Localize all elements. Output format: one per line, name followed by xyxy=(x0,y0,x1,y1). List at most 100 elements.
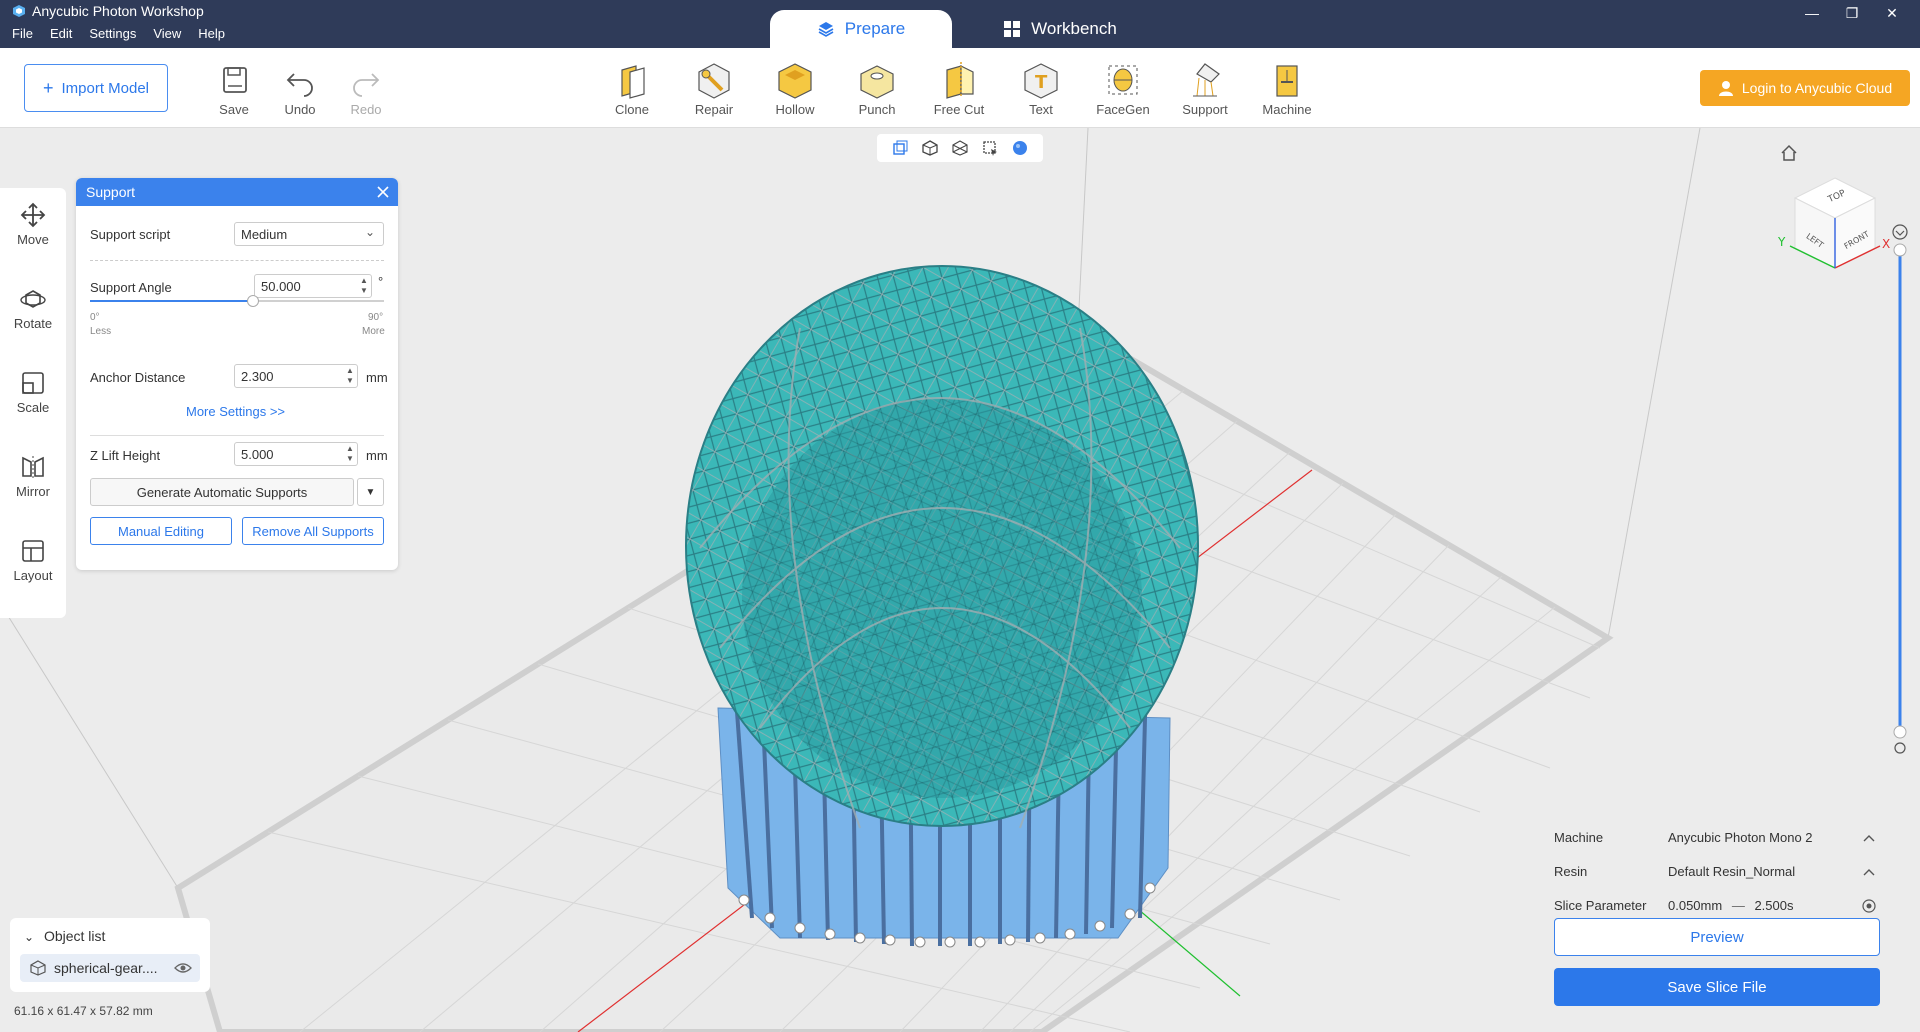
perspective-view-icon[interactable] xyxy=(891,139,909,157)
clone-label: Clone xyxy=(615,102,649,117)
preview-button[interactable]: Preview xyxy=(1554,918,1880,956)
select-box-icon[interactable] xyxy=(981,139,999,157)
z-lift-height-value: 5.000 xyxy=(241,446,274,462)
import-model-button[interactable]: + Import Model xyxy=(24,64,168,112)
eye-icon[interactable] xyxy=(174,961,192,975)
remove-all-supports-label: Remove All Supports xyxy=(252,523,374,539)
text-tool[interactable]: T Text xyxy=(1006,60,1076,117)
object-list-header[interactable]: ⌄ Object list xyxy=(24,928,105,944)
hollow-icon xyxy=(778,63,812,99)
machine-tool[interactable]: Machine xyxy=(1252,60,1322,117)
clone-tool[interactable]: Clone xyxy=(597,60,667,117)
slider-thumb[interactable] xyxy=(247,295,259,307)
support-angle-unit: ° xyxy=(378,274,384,289)
layout-tool[interactable]: Layout xyxy=(0,538,66,583)
slice-parameter-label: Slice Parameter xyxy=(1554,898,1647,913)
menu-edit[interactable]: Edit xyxy=(50,26,72,41)
menu-view[interactable]: View xyxy=(153,26,181,41)
layer-top-handle[interactable] xyxy=(1893,243,1907,257)
resin-row-label: Resin xyxy=(1554,864,1588,879)
object-list-item[interactable]: spherical-gear.... xyxy=(20,954,200,982)
repair-icon xyxy=(698,63,730,99)
support-angle-slider[interactable] xyxy=(90,294,384,308)
slice-parameter-value[interactable]: 0.050mm — 2.500s xyxy=(1668,898,1794,913)
model-dimensions: 61.16 x 61.47 x 57.82 mm xyxy=(14,1004,153,1018)
support-panel: Support Support script Medium ⌄ Support … xyxy=(76,178,398,570)
slider-fill xyxy=(90,300,253,302)
rotate-tool[interactable]: Rotate xyxy=(0,286,66,331)
support-tool[interactable]: Support xyxy=(1170,60,1240,117)
support-script-select[interactable]: Medium ⌄ xyxy=(234,222,384,246)
support-script-label: Support script xyxy=(90,227,171,242)
chevron-up-icon[interactable] xyxy=(1862,865,1876,879)
settings-target-icon[interactable] xyxy=(1862,899,1876,913)
facegen-icon xyxy=(1108,65,1138,95)
save-button[interactable]: Save xyxy=(199,60,269,117)
anchor-distance-label: Anchor Distance xyxy=(90,370,186,385)
resin-value[interactable]: Default Resin_Normal xyxy=(1668,864,1795,879)
menu-settings[interactable]: Settings xyxy=(89,26,136,41)
free-cut-label: Free Cut xyxy=(933,102,985,117)
remove-all-supports-button[interactable]: Remove All Supports xyxy=(242,517,384,545)
close-icon[interactable] xyxy=(374,183,392,201)
object-list-title: Object list xyxy=(43,928,106,944)
more-settings-link[interactable]: More Settings >> xyxy=(186,404,285,419)
punch-tool[interactable]: Punch xyxy=(842,60,912,117)
close-window-icon[interactable]: ✕ xyxy=(1872,2,1912,24)
free-cut-tool[interactable]: Free Cut xyxy=(924,60,994,117)
menu-help[interactable]: Help xyxy=(198,26,225,41)
facegen-label: FaceGen xyxy=(1096,102,1150,117)
restore-icon[interactable]: ❐ xyxy=(1832,2,1872,24)
layer-height-value: 0.050mm xyxy=(1668,898,1723,913)
z-lift-height-input[interactable]: 5.000 ▲ ▼ xyxy=(234,442,358,466)
exposure-value: 2.500s xyxy=(1754,898,1794,913)
machine-value[interactable]: Anycubic Photon Mono 2 xyxy=(1668,830,1813,845)
login-cloud-button[interactable]: Login to Anycubic Cloud xyxy=(1700,70,1910,106)
undo-button[interactable]: Undo xyxy=(265,60,335,117)
menu-file[interactable]: File xyxy=(12,26,33,41)
color-sphere-icon[interactable] xyxy=(1011,139,1029,157)
manual-editing-button[interactable]: Manual Editing xyxy=(90,517,232,545)
hollow-tool[interactable]: Hollow xyxy=(760,60,830,117)
generate-supports-button[interactable]: Generate Automatic Supports xyxy=(90,478,354,506)
anchor-distance-input[interactable]: 2.300 ▲ ▼ xyxy=(234,364,358,388)
tab-workbench[interactable]: Workbench xyxy=(980,10,1140,48)
repair-tool[interactable]: Repair xyxy=(679,60,749,117)
save-slice-file-button[interactable]: Save Slice File xyxy=(1554,968,1880,1006)
scale-label: Scale xyxy=(16,400,50,415)
facegen-tool[interactable]: FaceGen xyxy=(1088,60,1158,117)
3d-viewport[interactable]: Move Rotate Scale Mirror Layout Support … xyxy=(0,128,1920,1032)
layer-down-icon[interactable] xyxy=(1894,742,1906,754)
iso-view-icon[interactable] xyxy=(921,139,939,157)
minimize-icon[interactable]: — xyxy=(1792,2,1832,24)
model-spherical-gear[interactable] xyxy=(685,265,1199,948)
navigation-cube[interactable]: TOP LEFT FRONT X Y xyxy=(1770,168,1900,298)
tab-prepare[interactable]: Prepare xyxy=(770,10,952,48)
title-bar: Anycubic Photon Workshop File Edit Setti… xyxy=(0,0,1920,48)
divider xyxy=(90,435,384,436)
move-tool[interactable]: Move xyxy=(0,202,66,247)
support-panel-header: Support xyxy=(76,178,398,206)
layer-bottom-handle[interactable] xyxy=(1893,725,1907,739)
axis-y-label: Y xyxy=(1777,235,1786,249)
generate-supports-label: Generate Automatic Supports xyxy=(136,484,308,500)
mirror-tool[interactable]: Mirror xyxy=(0,454,66,499)
chevron-down-icon: ⌄ xyxy=(364,225,375,239)
mirror-icon xyxy=(22,456,44,478)
layer-up-icon[interactable] xyxy=(1892,224,1908,240)
anchor-distance-value: 2.300 xyxy=(241,368,274,384)
support-label: Support xyxy=(1182,102,1228,117)
redo-button[interactable]: Redo xyxy=(331,60,401,117)
spinner-arrows-icon[interactable]: ▲ ▼ xyxy=(345,366,355,386)
scale-tool[interactable]: Scale xyxy=(0,370,66,415)
undo-icon xyxy=(286,73,313,97)
z-lift-height-unit: mm xyxy=(366,448,388,463)
wireframe-view-icon[interactable] xyxy=(951,139,969,157)
spinner-arrows-icon[interactable]: ▲ ▼ xyxy=(345,444,355,464)
spinner-arrows-icon[interactable]: ▲ ▼ xyxy=(359,276,369,296)
home-icon[interactable] xyxy=(1780,144,1798,162)
layer-slider[interactable] xyxy=(1890,224,1910,754)
generate-options-dropdown[interactable]: ▼ xyxy=(357,478,384,506)
chevron-up-icon[interactable] xyxy=(1862,831,1876,845)
view-controls xyxy=(877,134,1043,162)
